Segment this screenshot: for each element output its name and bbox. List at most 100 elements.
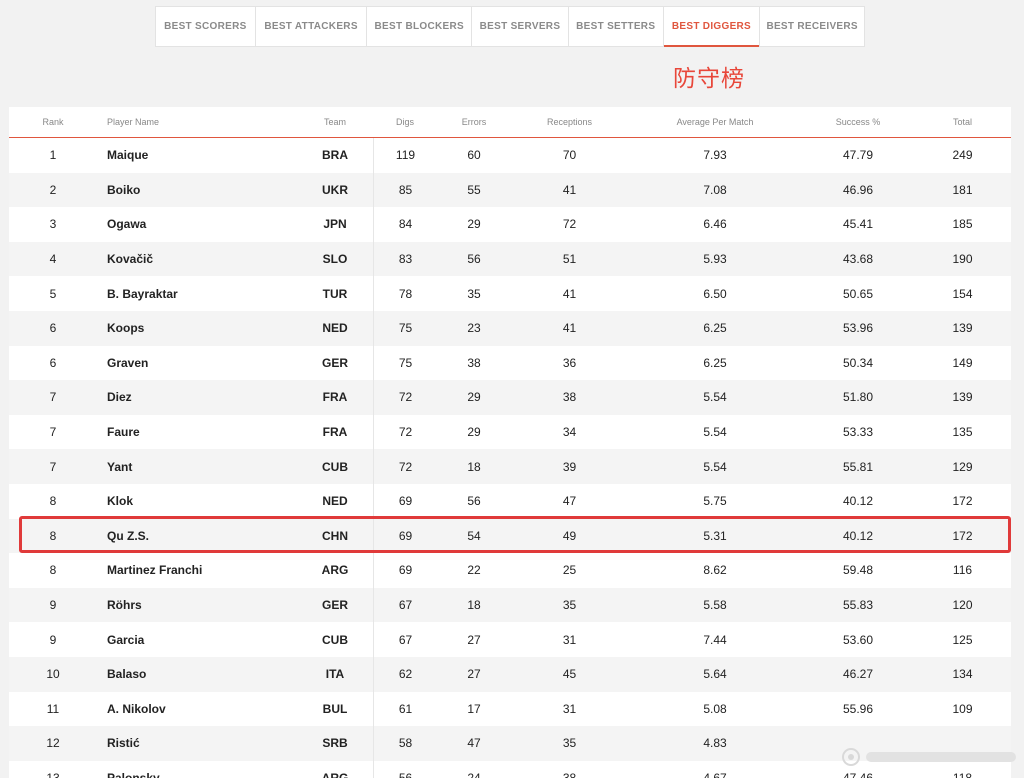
table-row[interactable]: 4 Kovačič SLO 83 56 51 5.93 43.68 190 [9,241,1011,277]
table-row[interactable]: 1 Maique BRA 119 60 70 7.93 47.79 249 [9,138,1011,173]
team-cell: ARG [321,563,349,578]
table-row[interactable]: 7 Diez FRA 72 29 38 5.54 51.80 139 [9,380,1011,415]
tab-best-servers[interactable]: BEST SERVERS [472,7,569,46]
player-name-cell: Faure [107,425,140,440]
average-cell: 7.93 [703,148,727,163]
success-cell: 55.83 [842,598,874,613]
digs-cell: 69 [373,553,437,588]
success-cell: 53.60 [842,632,874,647]
receptions-cell: 45 [562,667,577,682]
table-row[interactable]: 5 B. Bayraktar TUR 78 35 41 6.50 50.65 154 [9,276,1011,311]
team-cell: GER [321,598,348,613]
player-name-cell: B. Bayraktar [107,286,178,301]
rank-cell: 10 [46,667,60,682]
success-cell: 43.68 [842,252,874,267]
digs-cell: 85 [373,172,437,208]
table-row[interactable]: 7 Yant CUB 72 18 39 5.54 55.81 129 [9,449,1011,484]
tab-best-blockers[interactable]: BEST BLOCKERS [367,7,473,46]
player-name-cell: Klok [107,494,134,509]
player-name-cell: Garcia [107,632,145,647]
table-row[interactable]: 10 Balaso ITA 62 27 45 5.64 46.27 134 [9,656,1011,692]
errors-cell: 29 [467,390,481,405]
errors-cell: 18 [467,598,481,613]
average-cell: 5.54 [703,459,727,474]
receptions-cell: 25 [562,563,577,578]
success-cell: 47.79 [842,148,874,163]
tab-best-diggers[interactable]: BEST DIGGERS [663,7,761,47]
stat-category-tabs: BEST SCORERS BEST ATTACKERS BEST BLOCKERS B… [155,6,865,47]
header-errors[interactable]: Errors [437,107,511,137]
average-cell: 6.50 [703,286,727,301]
rank-cell: 12 [46,736,60,751]
header-team[interactable]: Team [297,107,373,137]
header-player-name[interactable]: Player Name [97,107,297,137]
table-row[interactable]: 9 Garcia CUB 67 27 31 7.44 53.60 125 [9,622,1011,657]
team-cell: ARG [321,770,349,778]
digs-cell: 69 [373,518,437,554]
total-cell: 172 [952,528,973,543]
receptions-cell: 35 [562,736,577,751]
tab-best-attackers[interactable]: BEST ATTACKERS [256,7,368,46]
header-receptions[interactable]: Receptions [511,107,628,137]
success-cell: 46.27 [842,667,874,682]
success-cell: 59.48 [842,563,874,578]
table-row[interactable]: 3 Ogawa JPN 84 29 72 6.46 45.41 185 [9,207,1011,242]
errors-cell: 54 [467,528,481,543]
table-row[interactable]: 6 Graven GER 75 38 36 6.25 50.34 149 [9,345,1011,381]
errors-cell: 47 [467,736,481,751]
watermark-bar [866,752,1016,762]
success-cell: 45.41 [842,217,874,232]
player-name-cell: Ogawa [107,217,147,232]
table-row[interactable]: 11 A. Nikolov BUL 61 17 31 5.08 55.96 109 [9,691,1011,727]
rank-cell: 4 [49,252,57,267]
team-cell: BRA [322,148,348,163]
digs-cell: 58 [373,726,437,761]
table-row[interactable]: 9 Röhrs GER 67 18 35 5.58 55.83 120 [9,587,1011,623]
team-cell: CUB [322,459,348,474]
team-cell: ITA [325,667,345,682]
watermark [842,748,1016,766]
rank-cell: 2 [49,182,57,197]
table-row[interactable]: 8 Martinez Franchi ARG 69 22 25 8.62 59.48 116 [9,553,1011,588]
header-average-per-match[interactable]: Average Per Match [628,107,802,137]
tab-best-scorers[interactable]: BEST SCORERS [156,7,256,46]
header-total[interactable]: Total [914,107,1011,137]
errors-cell: 55 [467,182,481,197]
header-success[interactable]: Success % [802,107,914,137]
average-cell: 5.54 [703,425,727,440]
player-name-cell: Qu Z.S. [107,528,149,543]
header-rank[interactable]: Rank [9,107,97,137]
digs-cell: 75 [373,310,437,346]
tab-best-receivers[interactable]: BEST RECEIVERS [760,7,864,46]
tab-best-setters[interactable]: BEST SETTERS [569,7,664,46]
header-digs[interactable]: Digs [373,107,437,137]
table-header: Rank Player Name Team Digs Errors Recept… [9,107,1011,138]
digs-cell: 67 [373,622,437,657]
average-cell: 6.46 [703,217,727,232]
average-cell: 4.67 [703,770,727,778]
table-row[interactable]: 2 Boiko UKR 85 55 41 7.08 46.96 181 [9,172,1011,208]
team-cell: TUR [322,286,348,301]
player-name-cell: Boiko [107,182,141,197]
average-cell: 5.64 [703,667,727,682]
table-row[interactable]: 7 Faure FRA 72 29 34 5.54 53.33 135 [9,414,1011,450]
average-cell: 5.58 [703,598,727,613]
success-cell: 55.81 [842,459,874,474]
success-cell: 51.80 [842,390,874,405]
table-row[interactable]: 8 Klok NED 69 56 47 5.75 40.12 172 [9,483,1011,519]
table-body: 1 Maique BRA 119 60 70 7.93 47.79 249 2 Boiko UKR 85… [9,138,1011,778]
average-cell: 7.08 [703,182,727,197]
rank-cell: 8 [49,494,57,509]
table-row[interactable]: 6 Koops NED 75 23 41 6.25 53.96 139 [9,310,1011,346]
table-row[interactable]: 8 Qu Z.S. CHN 69 54 49 5.31 40.12 172 [9,518,1011,554]
total-cell: 116 [952,563,973,578]
errors-cell: 35 [467,286,481,301]
average-cell: 6.25 [703,321,727,336]
total-cell: 120 [952,598,973,613]
errors-cell: 23 [467,321,481,336]
success-cell: 53.96 [842,321,874,336]
receptions-cell: 41 [562,321,577,336]
team-cell: NED [322,494,348,509]
success-cell: 55.96 [842,701,874,716]
receptions-cell: 35 [562,598,577,613]
